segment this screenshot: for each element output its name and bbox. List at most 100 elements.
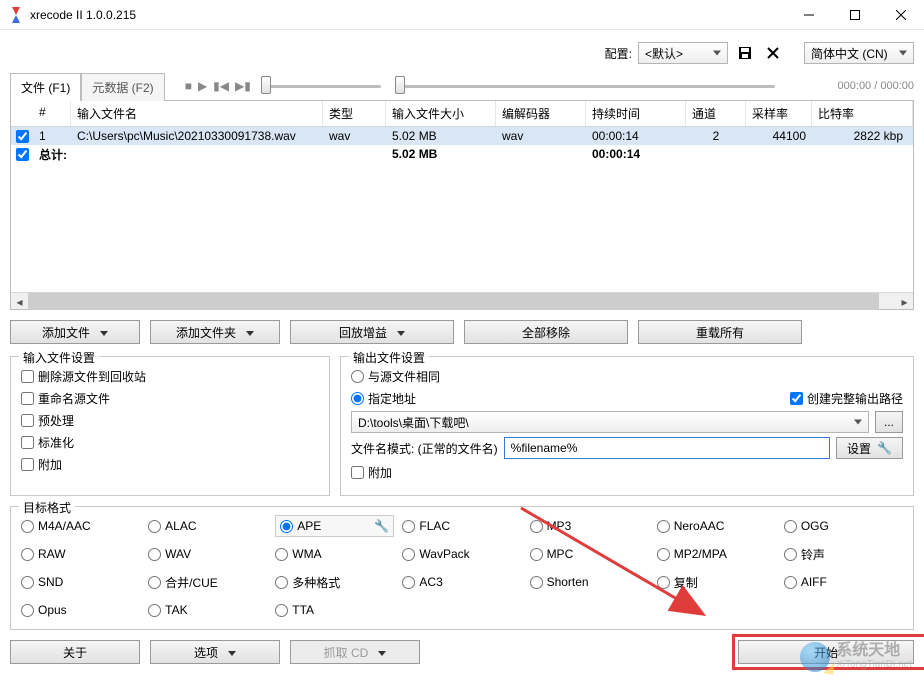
delete-config-button[interactable]: [762, 42, 784, 64]
format-alac[interactable]: ALAC: [148, 515, 267, 537]
tab-metadata[interactable]: 元数据 (F2): [81, 73, 164, 101]
normalize-checkbox[interactable]: [21, 436, 34, 449]
stop-icon[interactable]: ■: [185, 79, 192, 93]
format-radio[interactable]: [275, 604, 288, 617]
col-type[interactable]: 类型: [323, 101, 386, 126]
format-wma[interactable]: WMA: [275, 543, 394, 565]
col-bitrate[interactable]: 比特率: [812, 101, 913, 126]
format-m4a-aac[interactable]: M4A/AAC: [21, 515, 140, 537]
format-tta[interactable]: TTA: [275, 599, 394, 621]
format-mp3[interactable]: MP3: [530, 515, 649, 537]
format-radio[interactable]: [657, 520, 670, 533]
output-append-checkbox[interactable]: [351, 466, 364, 479]
format-flac[interactable]: FLAC: [402, 515, 521, 537]
input-append-checkbox[interactable]: [21, 458, 34, 471]
scroll-right-icon[interactable]: ▸: [896, 293, 913, 310]
format-radio[interactable]: [530, 548, 543, 561]
format-radio[interactable]: [402, 576, 415, 589]
format-radio[interactable]: [784, 520, 797, 533]
filename-pattern-input[interactable]: [504, 437, 830, 459]
format-radio[interactable]: [148, 576, 161, 589]
format-mp2-mpa[interactable]: MP2/MPA: [657, 543, 776, 565]
col-channels[interactable]: 通道: [686, 101, 746, 126]
format-aiff[interactable]: AIFF: [784, 571, 903, 593]
wrench-icon[interactable]: 🔧: [373, 518, 389, 534]
scroll-left-icon[interactable]: ◂: [11, 293, 28, 310]
create-full-path-checkbox[interactable]: [790, 392, 803, 405]
format-radio[interactable]: [280, 520, 293, 533]
col-size[interactable]: 输入文件大小: [386, 101, 496, 126]
progress-slider[interactable]: [395, 77, 775, 95]
format-radio[interactable]: [21, 548, 34, 561]
rename-src-checkbox[interactable]: [21, 392, 34, 405]
format--[interactable]: 铃声: [784, 543, 903, 565]
format-radio[interactable]: [148, 548, 161, 561]
tab-files[interactable]: 文件 (F1): [10, 73, 81, 101]
format-radio[interactable]: [21, 576, 34, 589]
format-radio[interactable]: [275, 548, 288, 561]
format-radio[interactable]: [21, 604, 34, 617]
close-button[interactable]: [878, 0, 924, 30]
col-samplerate[interactable]: 采样率: [746, 101, 812, 126]
col-index[interactable]: #: [33, 101, 71, 126]
format--[interactable]: 多种格式: [275, 571, 394, 593]
config-select[interactable]: <默认>: [638, 42, 728, 64]
prev-icon[interactable]: ▮◀: [213, 79, 229, 93]
grid-hscrollbar[interactable]: ◂ ▸: [11, 292, 913, 309]
format-radio[interactable]: [784, 576, 797, 589]
format-tak[interactable]: TAK: [148, 599, 267, 621]
language-select[interactable]: 简体中文 (CN): [804, 42, 914, 64]
format-neroaac[interactable]: NeroAAC: [657, 515, 776, 537]
format-ogg[interactable]: OGG: [784, 515, 903, 537]
format-mpc[interactable]: MPC: [530, 543, 649, 565]
add-file-button[interactable]: 添加文件: [10, 320, 140, 344]
row-checkbox[interactable]: [16, 130, 29, 143]
col-duration[interactable]: 持续时间: [586, 101, 686, 126]
same-as-src-radio[interactable]: [351, 370, 364, 383]
browse-path-button[interactable]: ...: [875, 411, 903, 433]
options-button[interactable]: 选项: [150, 640, 280, 664]
about-button[interactable]: 关于: [10, 640, 140, 664]
format-radio[interactable]: [148, 604, 161, 617]
format-radio[interactable]: [530, 576, 543, 589]
scroll-thumb[interactable]: [28, 293, 879, 310]
remove-all-button[interactable]: 全部移除: [464, 320, 628, 344]
format-radio[interactable]: [530, 520, 543, 533]
format-ac3[interactable]: AC3: [402, 571, 521, 593]
table-row[interactable]: 1 C:\Users\pc\Music\20210330091738.wav w…: [11, 127, 913, 145]
output-path-combo[interactable]: D:\tools\桌面\下载吧\: [351, 411, 869, 433]
format-wavpack[interactable]: WavPack: [402, 543, 521, 565]
format-radio[interactable]: [275, 576, 288, 589]
format-radio[interactable]: [21, 520, 34, 533]
start-button[interactable]: 开始: [738, 640, 914, 664]
next-icon[interactable]: ▶▮: [235, 79, 251, 93]
del-recycle-checkbox[interactable]: [21, 370, 34, 383]
format--cue[interactable]: 合并/CUE: [148, 571, 267, 593]
format-opus[interactable]: Opus: [21, 599, 140, 621]
minimize-button[interactable]: [786, 0, 832, 30]
format-snd[interactable]: SND: [21, 571, 140, 593]
save-config-button[interactable]: [734, 42, 756, 64]
col-filename[interactable]: 输入文件名: [71, 101, 323, 126]
add-folder-button[interactable]: 添加文件夹: [150, 320, 280, 344]
play-icon[interactable]: ▶: [198, 79, 207, 93]
format-radio[interactable]: [657, 548, 670, 561]
format-radio[interactable]: [402, 520, 415, 533]
reload-all-button[interactable]: 重载所有: [638, 320, 802, 344]
total-checkbox[interactable]: [16, 148, 29, 161]
grab-cd-button[interactable]: 抓取 CD: [290, 640, 420, 664]
format--[interactable]: 复制: [657, 571, 776, 593]
replaygain-button[interactable]: 回放增益: [290, 320, 454, 344]
format-wav[interactable]: WAV: [148, 543, 267, 565]
format-radio[interactable]: [148, 520, 161, 533]
specify-path-radio[interactable]: [351, 392, 364, 405]
format-ape[interactable]: APE🔧: [275, 515, 394, 537]
pattern-settings-button[interactable]: 设置🔧: [836, 437, 903, 459]
volume-slider[interactable]: [261, 77, 381, 95]
format-radio[interactable]: [402, 548, 415, 561]
col-codec[interactable]: 编解码器: [496, 101, 586, 126]
maximize-button[interactable]: [832, 0, 878, 30]
preprocess-checkbox[interactable]: [21, 414, 34, 427]
format-radio[interactable]: [657, 576, 670, 589]
format-radio[interactable]: [784, 548, 797, 561]
